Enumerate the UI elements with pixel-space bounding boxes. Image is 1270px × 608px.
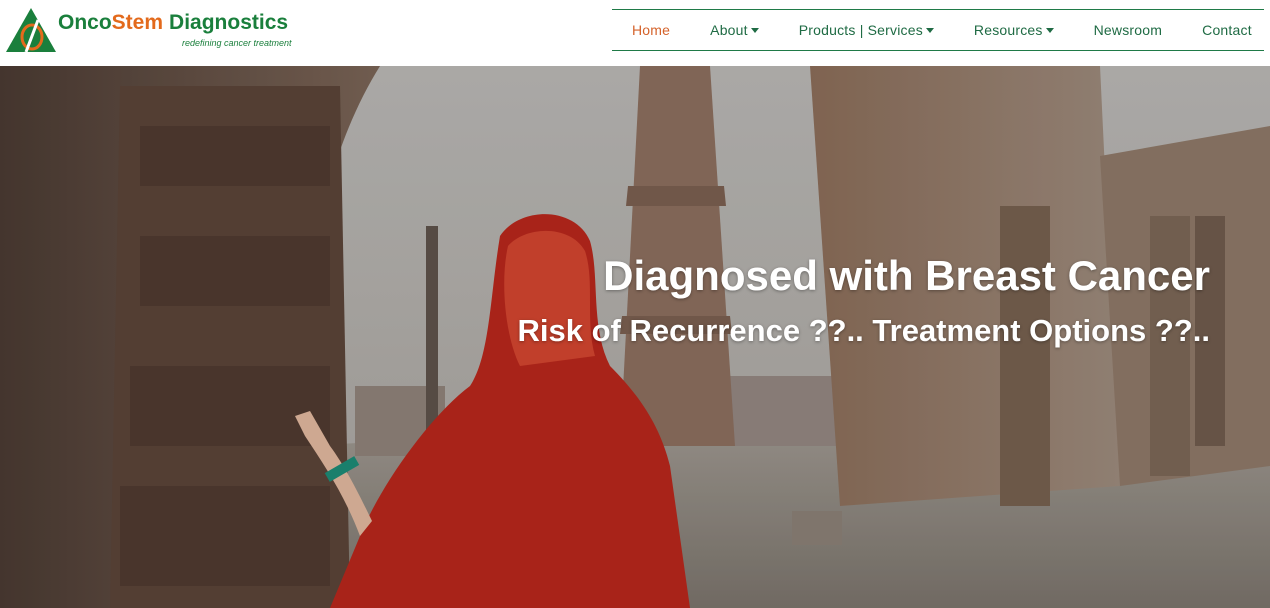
- nav-products-services-label: Products | Services: [798, 22, 923, 38]
- caret-down-icon: [1045, 28, 1054, 33]
- nav-newsroom-label: Newsroom: [1093, 22, 1163, 38]
- brand-tagline: redefining cancer treatment: [182, 38, 292, 48]
- brand-name-part3: Diagnostics: [169, 11, 289, 34]
- nav-resources-label: Resources: [973, 22, 1043, 38]
- site-header: OncoStem Diagnostics redefining cancer tr…: [0, 0, 1270, 66]
- main-nav: Home About Products | Services Resources…: [612, 9, 1264, 51]
- brand-logo[interactable]: OncoStem Diagnostics redefining cancer tr…: [4, 6, 304, 56]
- nav-newsroom[interactable]: Newsroom: [1074, 10, 1183, 50]
- nav-resources[interactable]: Resources: [954, 10, 1074, 50]
- caret-down-icon: [925, 28, 934, 33]
- nav-products-services[interactable]: Products | Services: [779, 10, 954, 50]
- nav-about[interactable]: About: [690, 10, 779, 50]
- hero-banner: Diagnosed with Breast Cancer Risk of Rec…: [0, 66, 1270, 608]
- nav-contact-label: Contact: [1202, 22, 1252, 38]
- brand-name: OncoStem Diagnostics: [58, 10, 288, 36]
- nav-home-label: Home: [632, 22, 671, 38]
- nav-contact[interactable]: Contact: [1182, 10, 1252, 50]
- brand-name-part1: Onco: [58, 11, 112, 34]
- caret-down-icon: [750, 28, 759, 33]
- nav-about-label: About: [710, 22, 748, 38]
- nav-home[interactable]: Home: [612, 10, 690, 50]
- oncostem-logo-icon: [6, 8, 56, 53]
- hero-title: Diagnosed with Breast Cancer: [603, 252, 1210, 299]
- hero-subtitle: Risk of Recurrence ??.. Treatment Option…: [517, 313, 1210, 348]
- brand-name-part2: Stem: [111, 11, 164, 34]
